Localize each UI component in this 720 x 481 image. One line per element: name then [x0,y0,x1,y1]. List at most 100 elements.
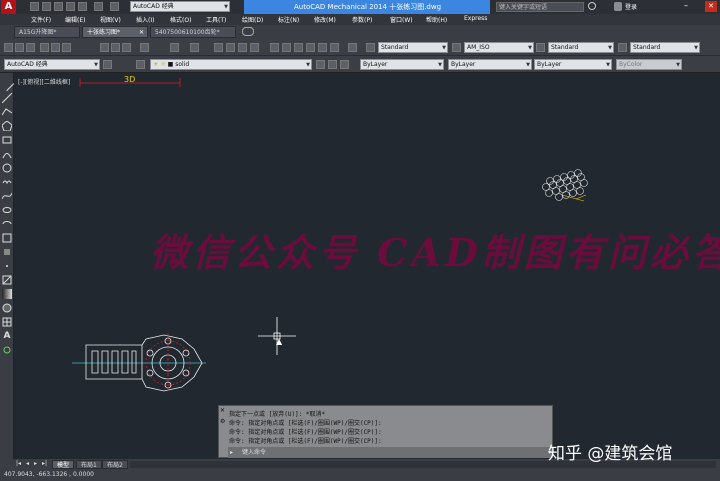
close-tab-icon[interactable]: ✕ [139,27,144,39]
qopen-icon[interactable] [15,43,24,52]
command-options-icon[interactable]: ⚙ [220,418,227,425]
designcenter-icon[interactable] [282,43,291,52]
command-history-icon[interactable]: ▸ [230,447,233,458]
arc-icon[interactable] [2,149,12,159]
menu-window[interactable]: 窗口(W) [390,15,413,24]
make-current-icon[interactable] [316,60,325,69]
menu-modify[interactable]: 修改(M) [314,15,336,24]
menu-view[interactable]: 视图(V) [100,15,121,24]
tab-nav-first[interactable]: |◂ [16,460,21,467]
linetype-select[interactable]: ByLayer ▼ [448,59,532,70]
dim-style-select[interactable]: AM_ISO ▼ [464,42,534,53]
minimize-button[interactable]: – [684,2,694,11]
workspace-select-2[interactable]: AutoCAD 经典 ▼ [4,59,100,70]
open-file-icon[interactable] [42,2,51,11]
revcloud-icon[interactable] [2,177,12,187]
login-link[interactable]: 登录 [625,2,637,11]
table-icon[interactable] [2,317,12,327]
layout-tab-model[interactable]: 模型 [52,460,75,469]
polyline-icon[interactable] [1,107,13,117]
layout-tab-2[interactable]: 布局2 [102,460,128,469]
menu-file[interactable]: 文件(F) [31,15,51,24]
mleader-style-select[interactable]: Standard ▼ [630,42,700,53]
layer-properties-icon[interactable] [136,60,145,69]
properties-icon[interactable] [270,43,279,52]
menu-format[interactable]: 格式(O) [170,15,191,24]
paste-icon[interactable] [122,43,131,52]
ellipse-arc-icon[interactable] [2,219,12,229]
menu-help[interactable]: 帮助(H) [426,15,447,24]
new-file-icon[interactable] [30,2,39,11]
undo-icon[interactable] [94,2,103,11]
ellipse-icon[interactable] [2,205,12,215]
help-icon[interactable] [348,43,357,52]
redo-icon[interactable] [110,2,119,11]
doc-tab-3[interactable]: 5407500610100齿轮* [150,26,236,38]
close-command-icon[interactable]: ✕ [220,407,227,414]
point-icon[interactable] [2,261,12,271]
plotstyle-select[interactable]: ByColor ▼ [616,59,682,70]
close-button[interactable]: ✕ [705,1,717,12]
layer-select[interactable]: ☀ ☼ ■ solid ▼ [150,59,312,70]
doc-tab-1[interactable]: A15G升降图* [14,26,80,38]
toolpalettes-icon[interactable] [294,43,303,52]
redo-tool-icon[interactable] [190,43,199,52]
publish-icon[interactable] [62,43,71,52]
tab-nav-prev[interactable]: ◂ [26,460,29,467]
table-style-select[interactable]: Standard ▼ [548,42,614,53]
saveas-icon[interactable] [66,2,75,11]
color-select[interactable]: ByLayer ▼ [360,59,444,70]
hatch-icon[interactable] [2,275,12,285]
qnew-icon[interactable] [4,43,13,52]
rectangle-icon[interactable] [2,135,12,145]
search-input[interactable]: 键入关键字或短语 [496,2,584,12]
lineweight-select[interactable]: ByLayer ▼ [534,59,612,70]
text-style-select[interactable]: Standard ▼ [378,42,448,53]
markup-icon[interactable] [318,43,327,52]
plot-icon[interactable] [40,43,49,52]
insert-block-icon[interactable] [2,233,12,243]
print-icon[interactable] [78,2,87,11]
qsave-icon[interactable] [26,43,35,52]
menu-dimension[interactable]: 标注(N) [278,15,299,24]
menu-tools[interactable]: 工具(T) [206,15,226,24]
mtext-icon[interactable]: A [2,331,12,341]
cut-icon[interactable] [100,43,109,52]
zoom-previous-icon[interactable] [250,43,259,52]
undo-tool-icon[interactable] [170,43,179,52]
construction-line-icon[interactable] [1,92,13,104]
workspace-select[interactable]: AutoCAD 经典 ▼ [130,1,230,12]
save-icon[interactable] [54,2,63,11]
layer-state-icon[interactable] [340,60,349,69]
doc-tab-2[interactable]: 十张练习图* ✕ [82,26,148,38]
menu-edit[interactable]: 编辑(E) [65,15,85,24]
quickcalc-icon[interactable] [330,43,339,52]
zoom-realtime-icon[interactable] [226,43,235,52]
spline-icon[interactable] [1,191,13,201]
menu-parametric[interactable]: 参数(P) [352,15,372,24]
copy-icon[interactable] [111,43,120,52]
tab-nav-last[interactable]: ▸| [42,460,47,467]
workspace-settings-icon[interactable] [103,60,112,69]
new-tab-icon[interactable] [242,27,254,36]
matchprop-icon[interactable] [140,43,149,52]
circle-icon[interactable] [2,163,12,173]
make-block-icon[interactable] [2,247,12,257]
preview-icon[interactable] [51,43,60,52]
user-icon[interactable] [614,2,622,11]
polygon-icon[interactable] [1,120,13,132]
add-selected-icon[interactable] [2,345,12,355]
command-input[interactable]: 键入命令 ▸ ▾ [228,447,553,458]
pan-icon[interactable] [214,43,223,52]
sheetset-icon[interactable] [306,43,315,52]
menu-insert[interactable]: 插入(I) [136,15,154,24]
layout-tab-1[interactable]: 布局1 [76,460,102,469]
menu-express[interactable]: Express [464,15,487,22]
layer-previous-icon[interactable] [328,60,337,69]
search-icon[interactable] [588,2,596,10]
region-icon[interactable] [2,303,12,313]
gradient-icon[interactable] [2,289,12,299]
menu-draw[interactable]: 绘图(D) [242,15,263,24]
line-icon[interactable] [0,76,15,92]
tab-nav-next[interactable]: ▸ [34,460,37,467]
